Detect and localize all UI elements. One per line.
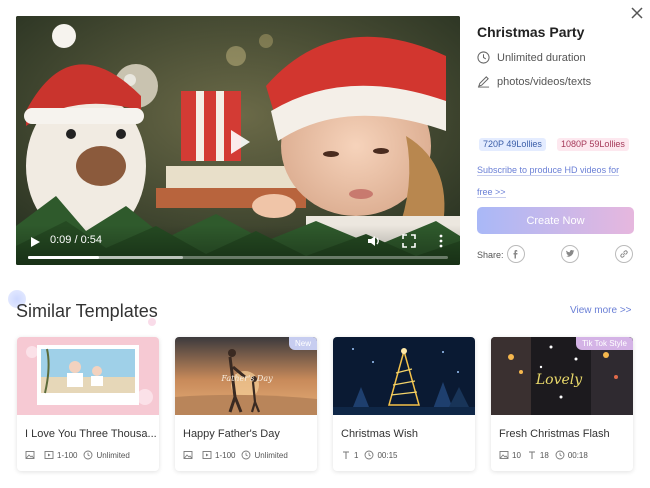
card-duration: Unlimited (254, 450, 288, 460)
card-media-count: 1-100 (215, 450, 236, 460)
card-duration: 00:18 (567, 450, 588, 460)
media-info: photos/videos/texts (477, 75, 591, 88)
card-thumbnail (17, 337, 159, 415)
subscribe-text: Subscribe to produce HD videos for free … (477, 165, 620, 198)
card-thumb-text: Lovely (535, 372, 583, 388)
play-overlay-icon[interactable] (220, 124, 256, 160)
card-meta: 1-100 Unlimited (183, 450, 294, 460)
price-badge-1080p: 1080P 59Lollies (557, 138, 629, 151)
create-now-button[interactable]: Create Now (477, 207, 634, 234)
template-title: Christmas Party (477, 24, 585, 40)
twitter-icon (566, 250, 575, 257)
video-icon (44, 451, 54, 459)
progress-bar[interactable] (28, 256, 448, 259)
link-icon (620, 250, 628, 258)
text-icon (528, 451, 535, 459)
share-facebook-button[interactable] (507, 245, 525, 263)
close-icon (631, 7, 643, 19)
play-icon[interactable] (28, 235, 42, 249)
template-card[interactable]: Christmas Wish 1 00:15 (333, 337, 475, 471)
card-meta: 1-100 Unlimited (25, 450, 136, 460)
view-more-link[interactable]: View more >> (570, 305, 632, 316)
card-duration: Unlimited (96, 450, 130, 460)
facebook-icon (513, 250, 518, 259)
image-icon (183, 451, 193, 459)
card-text-count: 1 (354, 450, 359, 460)
text-icon (343, 451, 349, 459)
progress-played (28, 256, 100, 259)
card-title: Christmas Wish (341, 428, 419, 440)
media-text: photos/videos/texts (497, 75, 592, 88)
duration-text: Unlimited duration (497, 51, 586, 64)
card-image-count: 10 (512, 450, 521, 460)
card-title: Happy Father's Day (183, 428, 280, 440)
video-player[interactable]: 0:09 / 0:54 (16, 16, 460, 265)
card-thumb-text: Father's Day (220, 374, 273, 383)
video-time: 0:09 / 0:54 (50, 234, 102, 246)
subscribe-link[interactable]: Subscribe to produce HD videos for free … (477, 159, 632, 203)
template-card[interactable]: I Love You Three Thousa... 1-100 Unlimit… (17, 337, 159, 471)
card-tag-tiktok: Tik Tok Style (576, 337, 633, 350)
card-text-count: 18 (539, 450, 549, 460)
template-card[interactable]: Father's Day New Happy Father's Day 1-10… (175, 337, 317, 471)
card-media-count: 1-100 (57, 450, 78, 460)
share-label: Share: (477, 250, 504, 260)
card-title: I Love You Three Thousa... (25, 428, 157, 440)
template-card[interactable]: Lovely Tik Tok Style Fresh Christmas Fla… (491, 337, 633, 471)
share-twitter-button[interactable] (561, 245, 579, 263)
similar-templates-title: Similar Templates (16, 301, 158, 321)
card-meta: 10 18 00:18 (499, 450, 594, 460)
clock-icon (555, 450, 565, 460)
card-title: Fresh Christmas Flash (499, 428, 610, 440)
card-duration: 00:15 (377, 450, 398, 460)
clock-icon (365, 450, 374, 460)
card-meta: 1 00:15 (341, 450, 403, 460)
volume-icon[interactable] (366, 233, 382, 249)
card-tag-new: New (288, 337, 317, 350)
clock-icon (477, 51, 490, 64)
pencil-icon (477, 76, 490, 88)
video-controls: 0:09 / 0:54 (16, 225, 460, 265)
clock-icon (242, 450, 251, 460)
close-button[interactable] (628, 4, 646, 22)
video-icon (202, 451, 212, 459)
card-thumbnail (333, 337, 475, 415)
fullscreen-icon[interactable] (401, 233, 417, 249)
more-options-icon[interactable] (436, 233, 446, 249)
duration-info: Unlimited duration (477, 51, 586, 64)
clock-icon (84, 450, 93, 460)
copy-link-button[interactable] (615, 245, 633, 263)
price-badge-720p: 720P 49Lollies (479, 138, 546, 151)
image-icon (25, 451, 35, 459)
image-icon (499, 451, 509, 459)
